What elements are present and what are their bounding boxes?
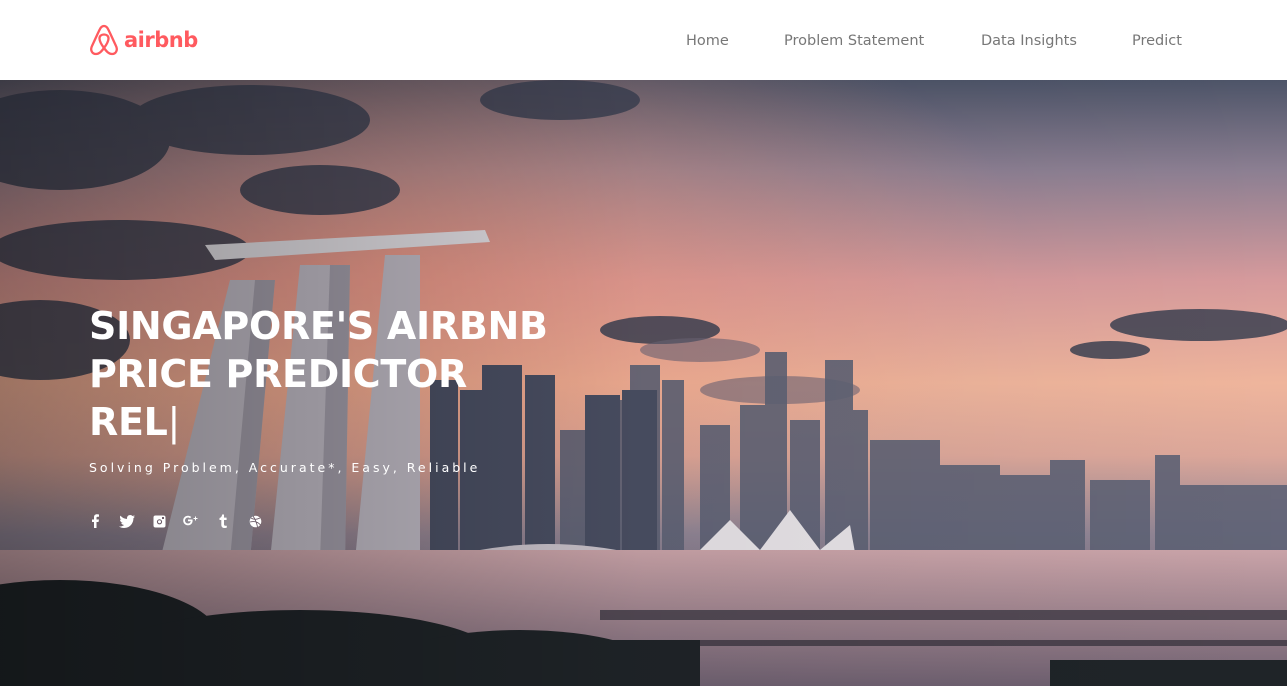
- hero-title-line-1: SINGAPORE'S AIRBNB: [89, 304, 548, 348]
- main-nav: Home Problem Statement Data Insights Pre…: [0, 31, 1287, 51]
- dribbble-icon[interactable]: [246, 512, 264, 530]
- typed-text: REL: [89, 400, 168, 444]
- nav-predict[interactable]: Predict: [1132, 31, 1182, 51]
- hero-title-line-3: REL|: [89, 398, 589, 446]
- nav-data-insights[interactable]: Data Insights: [981, 31, 1077, 51]
- facebook-icon[interactable]: [86, 512, 104, 530]
- nav-problem-statement[interactable]: Problem Statement: [784, 31, 924, 51]
- navbar: airbnb Home Problem Statement Data Insig…: [0, 0, 1287, 80]
- nav-home[interactable]: Home: [686, 31, 729, 51]
- instagram-icon[interactable]: [150, 512, 168, 530]
- social-links: [86, 512, 264, 530]
- hero-section: SINGAPORE'S AIRBNB PRICE PREDICTOR REL| …: [0, 80, 1287, 686]
- typing-cursor: |: [167, 400, 181, 444]
- twitter-icon[interactable]: [118, 512, 136, 530]
- tumblr-icon[interactable]: [214, 512, 232, 530]
- hero-subtitle: Solving Problem, Accurate*, Easy, Reliab…: [89, 460, 481, 475]
- google-plus-icon[interactable]: [182, 512, 200, 530]
- hero-title-line-2: PRICE PREDICTOR: [89, 352, 467, 396]
- hero-title: SINGAPORE'S AIRBNB PRICE PREDICTOR REL|: [89, 302, 589, 446]
